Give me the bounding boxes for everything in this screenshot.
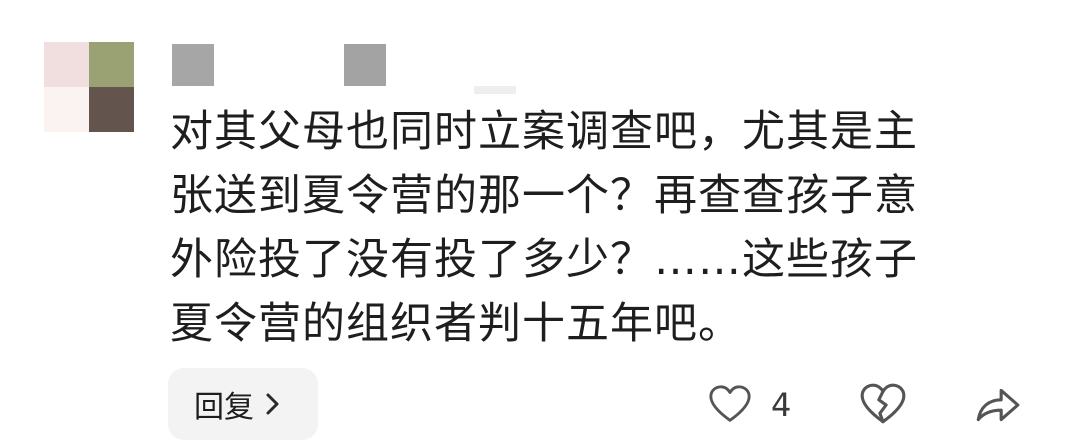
username-pixel [172, 44, 214, 86]
reply-label: 回复 [194, 390, 254, 425]
username-obscured[interactable] [172, 44, 532, 94]
like-button[interactable]: 4 [707, 380, 791, 430]
dislike-button[interactable] [858, 380, 908, 430]
avatar-pixel [89, 87, 134, 132]
username-pixel [344, 44, 386, 86]
avatar-pixel [44, 87, 89, 132]
avatar-pixel [89, 42, 134, 87]
reply-button[interactable]: 回复 [168, 368, 318, 440]
heart-outline-icon [707, 382, 753, 428]
like-count: 4 [771, 386, 792, 424]
comment-text: 对其父母也同时立案调查吧，尤其是主 张送到夏令营的那一个？再查查孩子意 外险投了… [170, 107, 918, 349]
username-pixel [474, 86, 516, 94]
chevron-right-icon [262, 389, 284, 419]
share-arrow-icon [972, 380, 1022, 430]
broken-heart-icon [858, 380, 908, 430]
share-button[interactable] [972, 380, 1022, 430]
avatar-pixel [44, 42, 89, 87]
avatar[interactable] [44, 42, 134, 132]
